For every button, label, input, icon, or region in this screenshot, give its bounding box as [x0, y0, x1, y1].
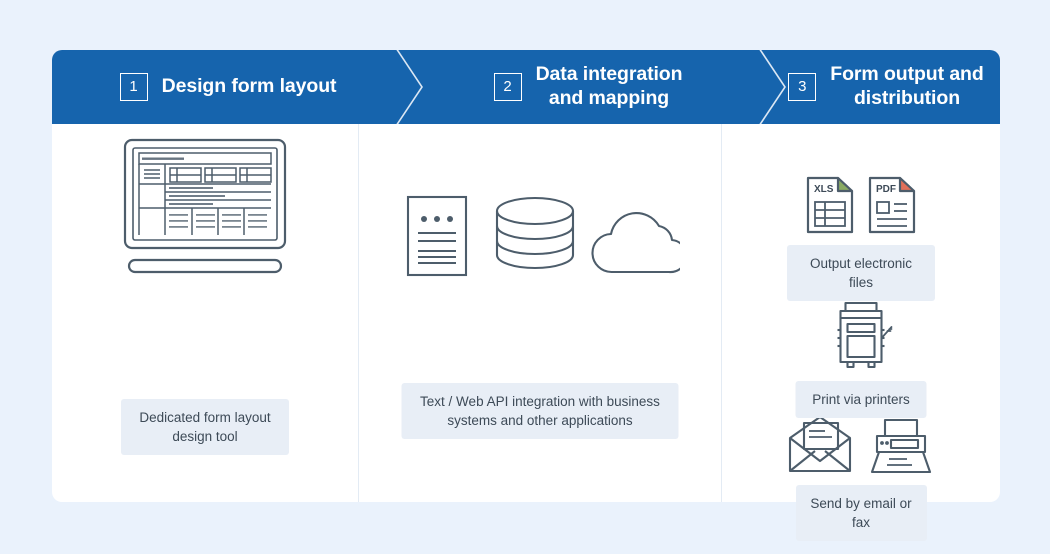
output-group-email-fax: Send by email or fax — [787, 418, 935, 542]
step-header-2: 2 Data integration and mapping — [410, 50, 766, 124]
process-flow-card: 1 Design form layout 2 Data integration … — [52, 50, 1000, 542]
printer-icon-row — [827, 300, 895, 370]
pdf-file-icon: PDF — [868, 176, 916, 234]
step-1-caption: Dedicated form layout design tool — [121, 399, 289, 456]
step-body-3: XLS PDF Output electronic files Print vi… — [722, 124, 1000, 542]
multifunction-printer-icon — [837, 301, 892, 369]
step-2-caption: Text / Web API integration with business… — [401, 383, 679, 440]
step-number-2: 2 — [493, 73, 522, 101]
output-caption-electronic-files: Output electronic files — [787, 245, 935, 302]
laptop-form-designer-icon — [123, 138, 287, 274]
step-title-2: Data integration and mapping — [535, 63, 683, 109]
xls-file-icon: XLS — [806, 176, 854, 234]
xls-file-label: XLS — [814, 184, 834, 195]
integration-sources-icon-group — [406, 195, 680, 277]
step-header-1: 1 Design form layout — [52, 50, 404, 124]
steps-body-area: Dedicated form layout design tool Text /… — [52, 124, 1000, 542]
diagram-stage: 1 Design form layout 2 Data integration … — [0, 0, 1050, 554]
step-body-2: Text / Web API integration with business… — [359, 124, 721, 502]
file-icons-row: XLS PDF — [806, 176, 916, 234]
pdf-file-label: PDF — [876, 184, 896, 195]
steps-header-band: 1 Design form layout 2 Data integration … — [52, 50, 1000, 124]
output-caption-printers: Print via printers — [795, 381, 927, 419]
output-group-printers: Print via printers — [795, 300, 927, 419]
fax-machine-icon — [870, 418, 932, 474]
database-icon — [495, 196, 575, 270]
email-fax-icon-row — [787, 418, 935, 474]
step-number-3: 3 — [788, 73, 817, 101]
envelope-mail-icon — [788, 418, 852, 473]
output-group-electronic-files: XLS PDF Output electronic files — [787, 176, 935, 302]
cloud-icon — [591, 212, 680, 274]
step-title-3: Form output and distribution — [830, 63, 984, 109]
step-body-1: Dedicated form layout design tool — [52, 124, 358, 502]
step-header-3: 3 Form output and distribution — [772, 50, 1000, 124]
step-number-1: 1 — [119, 73, 148, 101]
step-title-1: Design form layout — [161, 75, 337, 98]
output-caption-email-fax: Send by email or fax — [795, 485, 927, 542]
